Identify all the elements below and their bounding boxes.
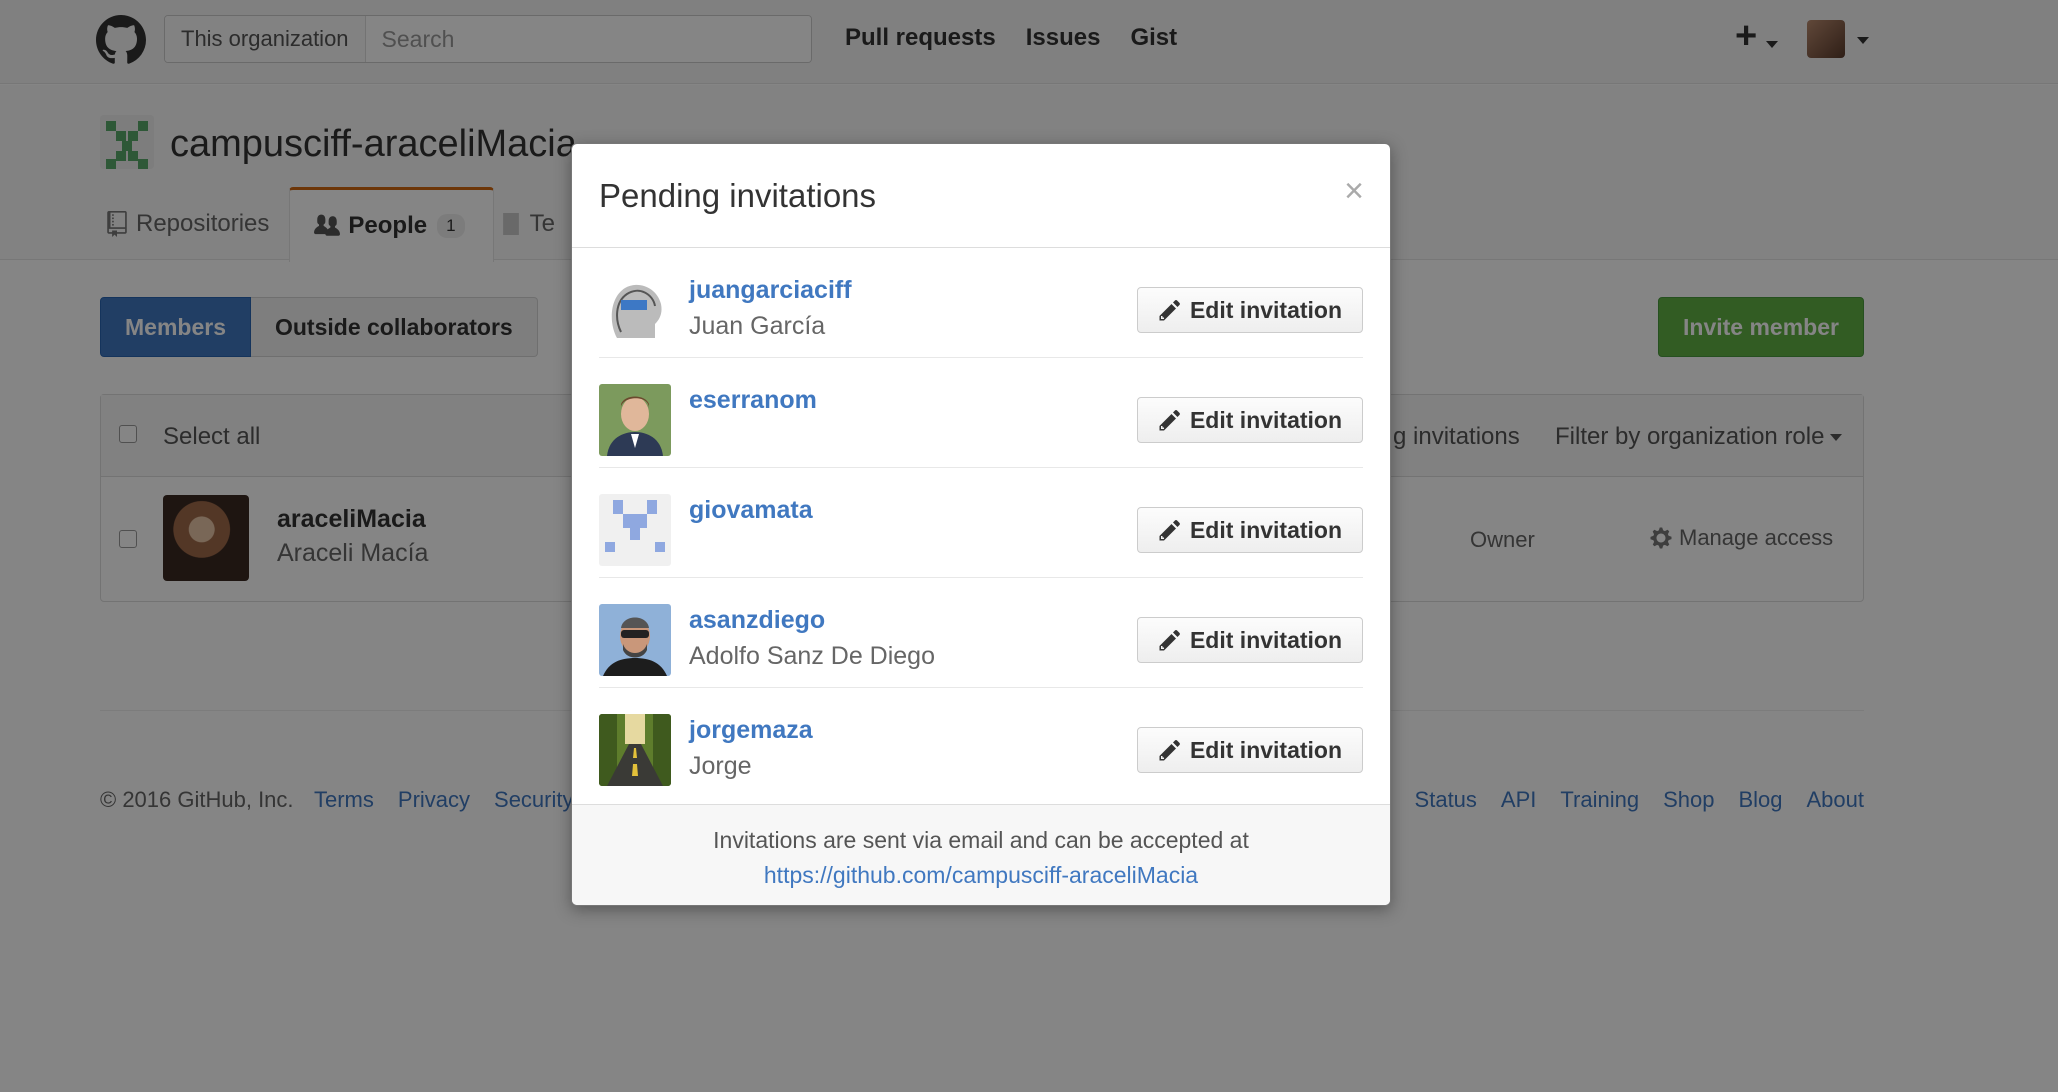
- invitee-login[interactable]: giovamata: [689, 496, 813, 525]
- avatar[interactable]: [599, 274, 671, 346]
- pending-invitations-dialog: Pending invitations × juangarciaciff Jua…: [571, 143, 1391, 906]
- pencil-icon: [1159, 410, 1180, 431]
- invitation-note: Invitations are sent via email and can b…: [713, 827, 1249, 853]
- list-item: juangarciaciff Juan García Edit invitati…: [599, 248, 1363, 358]
- invitee-name: Jorge: [689, 752, 752, 780]
- pencil-icon: [1159, 630, 1180, 651]
- pencil-icon: [1159, 520, 1180, 541]
- pencil-icon: [1159, 740, 1180, 761]
- edit-invitation-label: Edit invitation: [1189, 516, 1343, 543]
- edit-invitation-button[interactable]: Edit invitation: [1137, 727, 1363, 773]
- list-item: asanzdiego Adolfo Sanz De Diego Edit inv…: [599, 578, 1363, 688]
- invitation-list: juangarciaciff Juan García Edit invitati…: [572, 248, 1390, 798]
- avatar[interactable]: [599, 604, 671, 676]
- dialog-title: Pending invitations: [599, 177, 877, 214]
- pencil-icon: [1159, 300, 1180, 321]
- close-icon[interactable]: ×: [1344, 174, 1364, 208]
- dialog-footer: Invitations are sent via email and can b…: [572, 804, 1390, 905]
- invitee-name: Juan García: [689, 312, 826, 340]
- invitee-login[interactable]: asanzdiego: [689, 606, 825, 635]
- avatar[interactable]: [599, 384, 671, 456]
- invitee-login[interactable]: juangarciaciff: [689, 276, 852, 305]
- edit-invitation-label: Edit invitation: [1189, 626, 1343, 653]
- edit-invitation-label: Edit invitation: [1189, 406, 1343, 433]
- edit-invitation-button[interactable]: Edit invitation: [1137, 507, 1363, 553]
- list-item: giovamata Edit invitation: [599, 468, 1363, 578]
- avatar[interactable]: [599, 714, 671, 786]
- dialog-header: Pending invitations ×: [572, 144, 1390, 248]
- list-item: jorgemaza Jorge Edit invitation: [599, 688, 1363, 798]
- edit-invitation-label: Edit invitation: [1189, 296, 1343, 323]
- invitee-login[interactable]: eserranom: [689, 386, 817, 415]
- edit-invitation-button[interactable]: Edit invitation: [1137, 617, 1363, 663]
- list-item: eserranom Edit invitation: [599, 358, 1363, 468]
- invitee-login[interactable]: jorgemaza: [689, 716, 813, 745]
- avatar[interactable]: [599, 494, 671, 566]
- edit-invitation-label: Edit invitation: [1189, 736, 1343, 763]
- edit-invitation-button[interactable]: Edit invitation: [1137, 397, 1363, 443]
- invitee-name: Adolfo Sanz De Diego: [689, 642, 935, 670]
- edit-invitation-button[interactable]: Edit invitation: [1137, 287, 1363, 333]
- org-url-link[interactable]: https://github.com/campusciff-araceliMac…: [764, 862, 1198, 889]
